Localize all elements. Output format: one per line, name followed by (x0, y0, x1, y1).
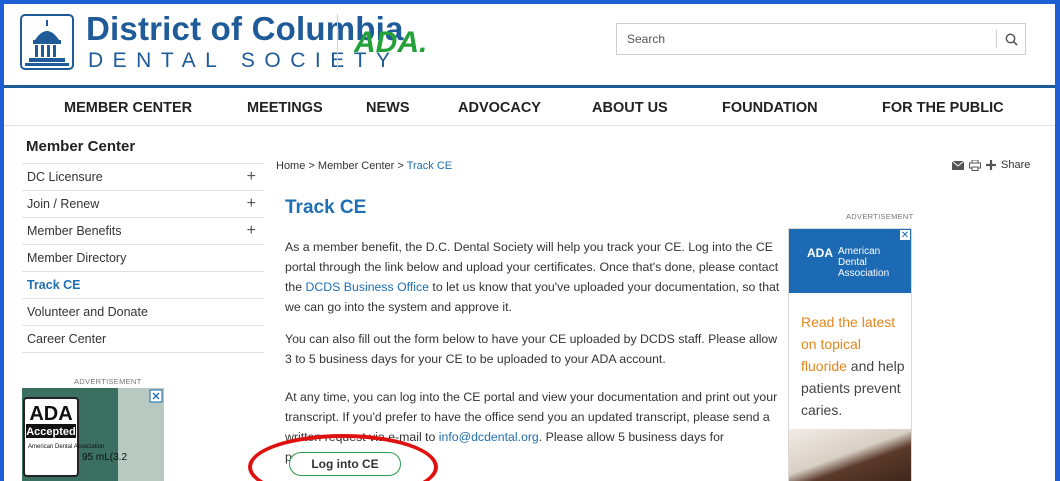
sidebar-item-career-center[interactable]: Career Center (22, 325, 264, 353)
sidebar-item-label: DC Licensure (27, 170, 103, 184)
logo-divider (337, 14, 338, 70)
ad-message: Read the latest on topical fluoride and … (801, 311, 909, 421)
page-tools: Share (952, 159, 1030, 171)
search-button[interactable] (997, 24, 1025, 54)
ad-org-line2: Dental (838, 257, 867, 268)
email-link[interactable]: info@dcdental.org (439, 430, 539, 444)
page-title: Track CE (285, 197, 367, 218)
breadcrumb-member-center[interactable]: Member Center (318, 160, 394, 172)
ad-org-line3: Association (838, 268, 890, 279)
page-frame: District of Columbia DENTAL SOCIETY ADA.… (4, 4, 1055, 481)
ad-photo (789, 429, 911, 481)
ad-header: ADA American Dental Association ✕ (789, 229, 911, 293)
ad-org-line1: American (838, 246, 881, 257)
expand-plus-icon[interactable]: + (247, 191, 256, 217)
ad-accepted-text: Accepted (26, 426, 76, 438)
sidebar-item-volunteer-donate[interactable]: Volunteer and Donate (22, 298, 264, 325)
right-advertisement[interactable]: ADA American Dental Association ✕ Read t… (788, 228, 912, 481)
ad-ada-text: ADA (29, 403, 72, 425)
sidebar-advertisement[interactable]: ADA Accepted American Dental Association… (22, 388, 164, 481)
sidebar-item-label: Track CE (27, 278, 81, 292)
breadcrumb-home[interactable]: Home (276, 160, 305, 172)
expand-plus-icon[interactable]: + (247, 164, 256, 190)
intro-paragraph: As a member benefit, the D.C. Dental Soc… (285, 237, 780, 317)
ada-logo[interactable]: ADA. (354, 26, 427, 60)
nav-news[interactable]: NEWS (366, 100, 410, 116)
search-box (616, 23, 1026, 55)
sidebar-item-join-renew[interactable]: Join / Renew + (22, 190, 264, 217)
nav-for-the-public[interactable]: FOR THE PUBLIC (882, 100, 1004, 116)
main-nav: MEMBER CENTER MEETINGS NEWS ADVOCACY ABO… (4, 85, 1055, 126)
sidebar-item-label: Career Center (27, 332, 107, 346)
sidebar-item-member-benefits[interactable]: Member Benefits + (22, 217, 264, 244)
breadcrumb: Home > Member Center > Track CE (276, 160, 452, 172)
dcds-business-office-link[interactable]: DCDS Business Office (306, 280, 429, 294)
nav-member-center[interactable]: MEMBER CENTER (64, 100, 192, 116)
sidebar-title: Member Center (26, 138, 136, 155)
share-plus-icon[interactable] (986, 160, 996, 170)
search-icon (1005, 33, 1018, 46)
sidebar-item-label: Member Directory (27, 251, 127, 265)
ada-accepted-ad-image: ADA Accepted American Dental Association… (22, 388, 164, 481)
nav-meetings[interactable]: MEETINGS (247, 100, 323, 116)
nav-foundation[interactable]: FOUNDATION (722, 100, 818, 116)
ad-volume-text: 95 mL(3.2 (82, 452, 127, 463)
sidebar-ad-label: ADVERTISEMENT (74, 377, 142, 386)
breadcrumb-separator: > (397, 160, 404, 172)
share-label[interactable]: Share (1001, 159, 1030, 171)
search-input[interactable] (617, 24, 1007, 54)
email-icon[interactable] (952, 160, 964, 170)
sidebar-item-track-ce[interactable]: Track CE (22, 271, 264, 298)
nav-about-us[interactable]: ABOUT US (592, 100, 668, 116)
breadcrumb-separator: > (308, 160, 315, 172)
sidebar-item-member-directory[interactable]: Member Directory (22, 244, 264, 271)
ad-assoc-text: American Dental Association (28, 444, 104, 450)
capitol-logo-icon[interactable] (20, 14, 74, 70)
sidebar-menu: DC Licensure + Join / Renew + Member Ben… (22, 163, 264, 353)
nav-advocacy[interactable]: ADVOCACY (458, 100, 541, 116)
breadcrumb-current[interactable]: Track CE (407, 160, 452, 172)
print-icon[interactable] (969, 159, 981, 171)
expand-plus-icon[interactable]: + (247, 218, 256, 244)
ad-label: ADVERTISEMENT (846, 212, 914, 221)
sidebar-item-label: Volunteer and Donate (27, 305, 148, 319)
log-into-ce-button[interactable]: Log into CE (289, 452, 401, 476)
ad-close-icon[interactable]: ✕ (899, 229, 911, 241)
site-header: District of Columbia DENTAL SOCIETY ADA. (4, 4, 1055, 84)
ad-org-name: American Dental Association (838, 246, 889, 279)
form-paragraph: You can also fill out the form below to … (285, 332, 778, 366)
sidebar-item-dc-licensure[interactable]: DC Licensure + (22, 163, 264, 190)
sidebar-item-label: Join / Renew (27, 197, 100, 211)
logo-subtitle[interactable]: DENTAL SOCIETY (88, 49, 400, 73)
sidebar-item-label: Member Benefits (27, 224, 122, 238)
ad-ada-logo: ADA (807, 246, 833, 260)
